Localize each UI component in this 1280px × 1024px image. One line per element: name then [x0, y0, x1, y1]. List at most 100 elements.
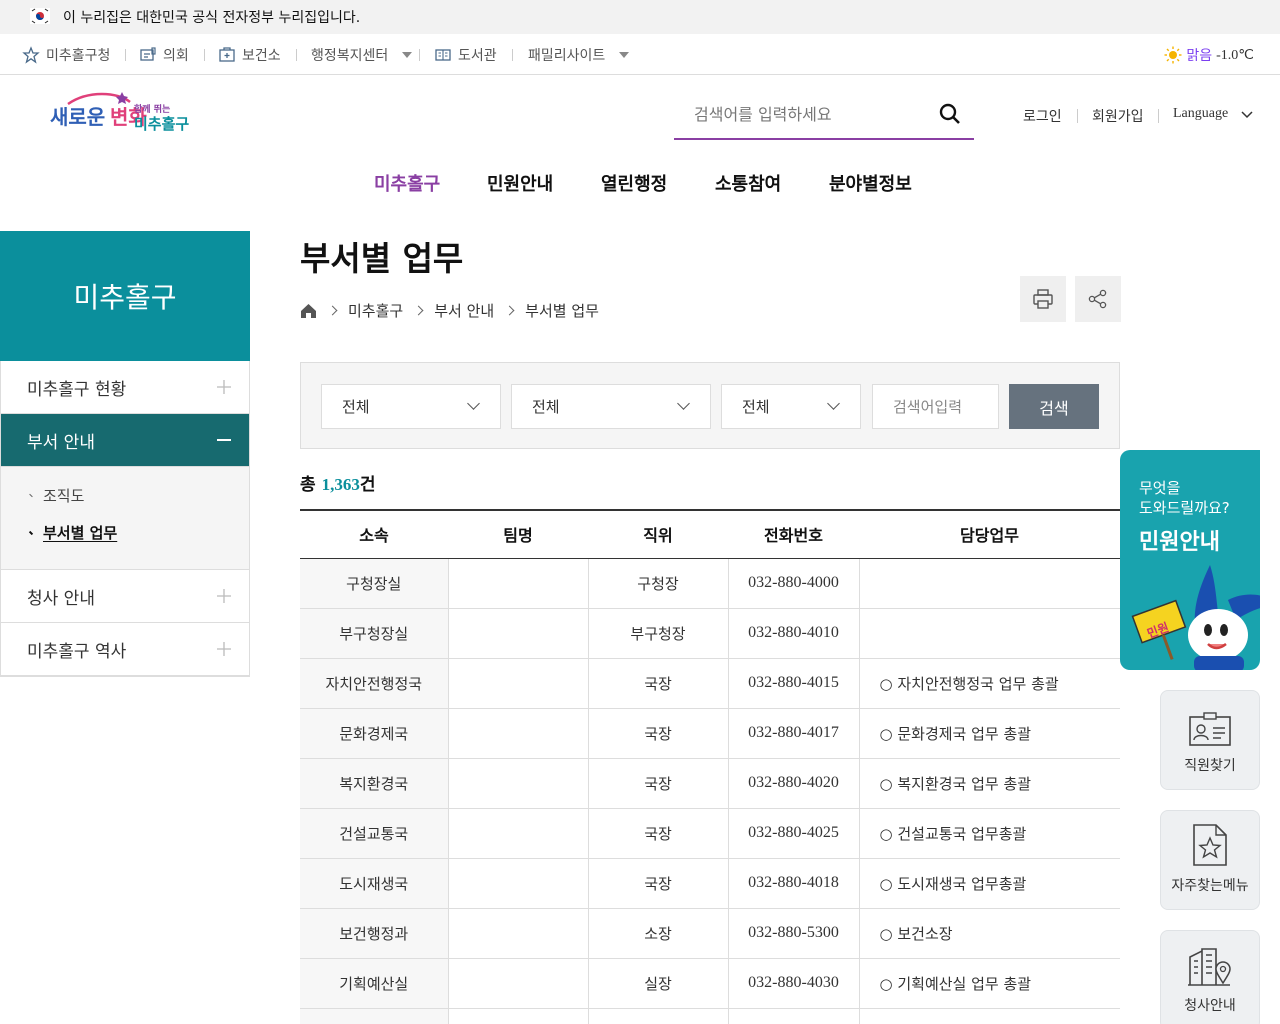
cell-position — [587, 1008, 728, 1024]
sidebar-subitem-dept-duties[interactable]: 부서별 업무 — [27, 518, 249, 555]
sidebar-item-dept-guide[interactable]: 부서 안내 — [1, 414, 249, 467]
cell-position: 국장 — [587, 758, 728, 809]
cell-position: 실장 — [587, 958, 728, 1009]
keyword-input[interactable] — [872, 384, 999, 429]
sun-icon — [1164, 46, 1182, 64]
quick-button-label: 청사안내 — [1184, 998, 1236, 1014]
language-select[interactable]: Language — [1173, 106, 1254, 122]
caret-down-icon — [402, 52, 413, 58]
util-link-health-center[interactable]: 보건소 — [218, 45, 281, 65]
cell-org: 자치안전행정국 — [300, 658, 448, 709]
gnb-item-civil[interactable]: 민원안내 — [487, 170, 553, 196]
search-input[interactable] — [674, 92, 924, 136]
quick-civil-guide[interactable]: 무엇을 도와드릴까요? 민원안내 민원 — [1120, 450, 1260, 670]
svg-text:함께 뛰는: 함께 뛰는 — [134, 103, 170, 115]
table-row: 도시재생국 국장 032-880-4018 ○ 도시재생국 업무총괄 — [300, 858, 1120, 909]
quick-button-label: 자주찾는메뉴 — [1171, 878, 1249, 894]
sidebar-item-label: 청사 안내 — [27, 588, 95, 609]
quick-caption-line: 도와드릴까요? — [1139, 499, 1230, 517]
cell-org: 부구청장실 — [300, 608, 448, 659]
cell-duty: ○ 도시재생국 업무총괄 — [858, 858, 1120, 909]
util-link-label: 보건소 — [242, 48, 281, 64]
star-icon — [22, 46, 40, 64]
svg-text:새로운: 새로운 — [50, 105, 105, 129]
table-row — [300, 1008, 1120, 1024]
breadcrumb-item[interactable]: 미추홀구 — [348, 300, 403, 321]
gov-banner-text[interactable]: 이 누리집은 대한민국 공식 전자정부 누리집입니다. — [63, 7, 360, 27]
signup-link[interactable]: 회원가입 — [1092, 106, 1144, 126]
cell-org: 기획예산실 — [300, 958, 448, 1009]
quick-staff-search[interactable]: 직원찾기 — [1160, 690, 1260, 790]
cell-tel: 032-880-4020 — [727, 758, 859, 809]
cell-team — [447, 908, 588, 959]
divider — [1158, 109, 1159, 123]
gnb-item-field-info[interactable]: 분야별정보 — [829, 170, 912, 196]
cell-position: 국장 — [587, 708, 728, 759]
cell-team — [447, 558, 588, 609]
login-link[interactable]: 로그인 — [1023, 106, 1062, 126]
divider — [204, 49, 205, 61]
share-button[interactable] — [1075, 276, 1121, 322]
cell-org — [300, 1008, 448, 1024]
print-button[interactable] — [1020, 276, 1066, 322]
cell-position: 국장 — [587, 858, 728, 909]
sidebar-item-label: 미추홀구 역사 — [27, 641, 127, 662]
breadcrumb-item-current: 부서별 업무 — [525, 302, 599, 320]
cell-team — [447, 608, 588, 659]
mascot-illustration: 민원 — [1131, 565, 1260, 670]
printer-icon — [1033, 289, 1053, 309]
util-link-council[interactable]: 의회 — [139, 45, 189, 65]
util-link-library[interactable]: 도서관 — [434, 45, 497, 65]
search-button[interactable]: 검색 — [1009, 384, 1099, 429]
cell-duty: ○ 기획예산실 업무 총괄 — [858, 958, 1120, 1009]
util-link-family-sites[interactable]: 패밀리사이트 — [528, 45, 630, 65]
filter-select-field[interactable]: 전체 — [721, 384, 861, 429]
table-row: 부구청장실 부구청장 032-880-4010 — [300, 608, 1120, 659]
document-star-icon — [1193, 824, 1227, 866]
gnb-item-michuhol[interactable]: 미추홀구 — [374, 170, 440, 196]
council-icon — [140, 47, 156, 61]
quick-main-caption: 무엇을 도와드릴까요? — [1139, 478, 1230, 518]
site-search — [674, 92, 974, 140]
cell-team — [447, 758, 588, 809]
weather-sky: 맑음 — [1186, 48, 1213, 64]
cell-duty — [858, 558, 1120, 609]
filter-select-org[interactable]: 전체 — [321, 384, 501, 429]
sidebar-submenu: 조직도 부서별 업무 — [1, 467, 249, 570]
chevron-down-icon — [827, 397, 840, 410]
filter-select-team[interactable]: 전체 — [511, 384, 711, 429]
quick-frequent-menu[interactable]: 자주찾는메뉴 — [1160, 810, 1260, 910]
breadcrumb-separator — [504, 305, 515, 316]
cell-org: 문화경제국 — [300, 708, 448, 759]
cell-duty: ○ 자치안전행정국 업무 총괄 — [858, 658, 1120, 709]
site-logo[interactable]: 새로운 변화 함께 뛰는 미추홀구 — [48, 86, 196, 136]
sidebar-subitem-org-chart[interactable]: 조직도 — [27, 481, 249, 518]
cell-duty: ○ 문화경제국 업무 총괄 — [858, 708, 1120, 759]
table-row: 구청장실 구청장 032-880-4000 — [300, 558, 1120, 609]
sidebar-item-status[interactable]: 미추홀구 현황 — [1, 361, 249, 414]
home-icon[interactable] — [300, 303, 317, 319]
table-row: 기획예산실 실장 032-880-4030 ○ 기획예산실 업무 총괄 — [300, 958, 1120, 1009]
utility-bar — [0, 34, 1280, 75]
divider — [296, 49, 297, 61]
breadcrumb: 미추홀구 부서 안내 부서별 업무 — [300, 300, 599, 321]
divider — [1077, 109, 1078, 123]
gnb-item-open-admin[interactable]: 열린행정 — [601, 170, 667, 196]
cell-team — [447, 1008, 588, 1024]
cell-tel: 032-880-4025 — [727, 808, 859, 859]
breadcrumb-item[interactable]: 부서 안내 — [434, 300, 494, 321]
sidebar-item-history[interactable]: 미추홀구 역사 — [1, 623, 249, 676]
gnb-item-participation[interactable]: 소통참여 — [715, 170, 781, 196]
quick-office-guide[interactable]: 청사안내 — [1160, 930, 1260, 1024]
util-link-gu-office[interactable]: 미추홀구청 — [22, 45, 110, 65]
select-value: 전체 — [532, 398, 560, 416]
util-link-label: 의회 — [163, 48, 189, 64]
id-card-icon — [1189, 712, 1231, 746]
cell-team — [447, 858, 588, 909]
cell-org: 보건행정과 — [300, 908, 448, 959]
building-location-icon — [1188, 948, 1231, 986]
util-link-welfare-center[interactable]: 행정복지센터 — [311, 45, 413, 65]
search-icon[interactable] — [938, 102, 962, 126]
weather-widget: 맑음 -1.0℃ — [1164, 45, 1254, 65]
sidebar-item-office-guide[interactable]: 청사 안내 — [1, 570, 249, 623]
